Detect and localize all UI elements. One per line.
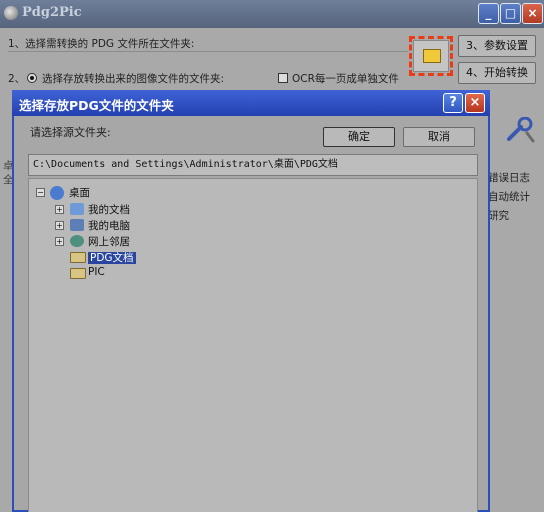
maximize-button[interactable]: □ bbox=[500, 3, 521, 24]
dialog-title-bar[interactable]: 选择存放PDG文件的文件夹 ? × bbox=[12, 90, 490, 116]
documents-expand-toggle[interactable]: + bbox=[55, 205, 64, 214]
step2-prefix: 2、 bbox=[8, 73, 26, 85]
selected-item-label: PDG文档 bbox=[88, 252, 136, 264]
ocr-label: OCR每一页成单独文件 bbox=[292, 73, 399, 85]
step1-divider bbox=[8, 51, 408, 52]
help-button[interactable]: ? bbox=[443, 93, 463, 113]
wrench-icon bbox=[507, 117, 535, 143]
open-folder-icon bbox=[423, 49, 441, 63]
research-fragment: 研究 bbox=[488, 210, 509, 222]
step1-label: 1、选择需转换的 PDG 文件所在文件夹: bbox=[8, 38, 195, 50]
folder-tree[interactable]: − 桌面 + 我的文档 + 我的电脑 + 网上邻居 PDG文档 PIC bbox=[28, 178, 478, 512]
auto-stats-fragment: 自动统计 bbox=[488, 191, 530, 203]
dialog-prompt: 请选择源文件夹: bbox=[30, 126, 111, 139]
folder-path-input[interactable]: C:\Documents and Settings\Administrator\… bbox=[28, 154, 478, 176]
computer-expand-toggle[interactable]: + bbox=[55, 221, 64, 230]
minimize-button[interactable]: _ bbox=[478, 3, 499, 24]
computer-icon bbox=[70, 219, 84, 231]
tree-item-my-computer[interactable]: 我的电脑 bbox=[88, 218, 130, 234]
convert-button[interactable]: 4、开始转换 bbox=[458, 62, 536, 84]
app-title: Pdg2Pic bbox=[22, 5, 82, 20]
dialog-close-button[interactable]: × bbox=[465, 93, 485, 113]
network-expand-toggle[interactable]: + bbox=[55, 237, 64, 246]
step2-label: 选择存放转换出来的图像文件的文件夹: bbox=[42, 73, 225, 85]
root-collapse-toggle[interactable]: − bbox=[36, 188, 45, 197]
pic-folder-icon bbox=[70, 268, 86, 279]
tree-item-my-documents[interactable]: 我的文档 bbox=[88, 202, 130, 218]
desktop-icon bbox=[50, 186, 64, 200]
tree-item-network[interactable]: 网上邻居 bbox=[88, 234, 130, 250]
browse-folder-button[interactable] bbox=[409, 36, 453, 76]
documents-icon bbox=[70, 203, 84, 215]
error-log-fragment: 错误日志 bbox=[488, 172, 530, 184]
tree-item-pdg-docs[interactable]: PDG文档 bbox=[88, 250, 136, 266]
app-icon bbox=[4, 6, 18, 20]
tree-item-pic[interactable]: PIC bbox=[88, 266, 105, 282]
step2-radio[interactable] bbox=[27, 73, 37, 83]
ok-button[interactable]: 确定 bbox=[323, 127, 395, 147]
dialog-title: 选择存放PDG文件的文件夹 bbox=[19, 98, 174, 113]
select-folder-dialog: 选择存放PDG文件的文件夹 ? × 请选择源文件夹: 确定 取消 C:\Docu… bbox=[12, 90, 490, 512]
main-title-bar[interactable]: Pdg2Pic _ □ × bbox=[0, 0, 544, 28]
cancel-button[interactable]: 取消 bbox=[403, 127, 475, 147]
network-icon bbox=[70, 235, 84, 247]
ocr-checkbox[interactable] bbox=[278, 73, 288, 83]
settings-button[interactable]: 3、参数设置 bbox=[458, 35, 536, 57]
close-button[interactable]: × bbox=[522, 3, 543, 24]
tree-item-desktop[interactable]: 桌面 bbox=[69, 185, 90, 201]
pdg-folder-icon bbox=[70, 252, 86, 263]
